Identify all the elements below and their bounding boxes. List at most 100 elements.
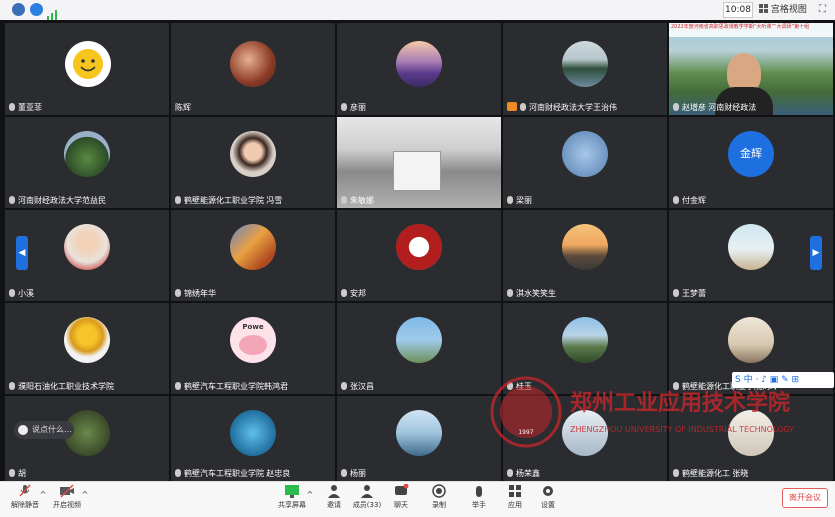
prev-page-arrow[interactable]: ◀ [16, 236, 28, 270]
invite-button[interactable]: 邀请 [322, 484, 346, 510]
avatar [728, 224, 774, 270]
pig-face [239, 335, 267, 355]
participant-tile[interactable]: 鹤壁汽车工程职业学院 赵忠良 [171, 396, 335, 481]
ime-label: S 中 [735, 375, 753, 385]
participant-tile[interactable]: 王梦蕾 [669, 210, 833, 301]
participant-tile[interactable]: 濮阳石油化工职业技术学院 [5, 303, 169, 394]
avatar-text: Powe [242, 323, 264, 331]
members-button[interactable]: 成员(33) [352, 484, 382, 510]
mic-options-chevron[interactable]: ^ [38, 490, 48, 499]
participant-name: 鹤壁能源化工职业学院 冯雪 [175, 195, 282, 206]
hand-icon [471, 484, 487, 498]
mic-icon [9, 289, 15, 297]
participant-tile[interactable]: 小溪 [5, 210, 169, 301]
avatar [230, 131, 276, 177]
mic-muted-icon [17, 484, 33, 498]
chat-input-pill[interactable]: 说点什么... [14, 421, 74, 439]
participant-tile[interactable]: 河南财经政法大学王治伟 [503, 23, 667, 115]
participant-tile[interactable]: 锦绣年华 [171, 210, 335, 301]
avatar [65, 41, 111, 87]
participant-tile[interactable]: 河南财经政法大学范益民 [5, 117, 169, 208]
participant-tile[interactable]: 鹤壁能源化工职业学院 冯雪 [171, 117, 335, 208]
participant-name: 安邦 [341, 288, 366, 299]
participant-name: 张汉昌 [341, 381, 374, 392]
avatar [728, 410, 774, 456]
info-icon[interactable] [12, 3, 25, 16]
participant-name: 小溪 [9, 288, 34, 299]
members-icon [359, 484, 375, 498]
participant-tile[interactable]: 淇水笑笑生 [503, 210, 667, 301]
meeting-toolbar: 解除静音 ^ 开启视频 ^ 共享屏幕 ^ 邀请 成员(33) 聊天 录制 举手 … [0, 481, 835, 517]
invite-icon [326, 484, 342, 498]
start-video-button[interactable]: 开启视频 [52, 484, 82, 510]
raise-hand-button[interactable]: 举手 [468, 484, 490, 510]
participant-name: 锦绣年华 [175, 288, 216, 299]
settings-button[interactable]: 设置 [537, 484, 559, 510]
grid-view-icon [759, 4, 768, 13]
avatar [728, 317, 774, 363]
mic-icon [341, 103, 347, 111]
avatar [396, 410, 442, 456]
mic-icon [175, 382, 181, 390]
mic-icon [507, 289, 513, 297]
mic-icon [673, 196, 679, 204]
avatar [64, 224, 110, 270]
participant-name: 杨丽 [341, 468, 366, 479]
top-status-bar: 10:08 宫格视图 ▾ ⛶ [0, 0, 835, 31]
participant-tile[interactable]: 桂玉 [503, 303, 667, 394]
mic-icon [520, 103, 526, 111]
mic-icon [507, 469, 513, 477]
signal-icon[interactable] [47, 5, 59, 20]
participant-tile[interactable]: 安邦 [337, 210, 501, 301]
leave-meeting-button[interactable]: 离开会议 [782, 488, 828, 508]
avatar [64, 317, 110, 363]
security-shield-icon[interactable] [30, 3, 43, 16]
participant-tile[interactable]: 梁丽 [503, 117, 667, 208]
grid-view-button[interactable]: 宫格视图 ▾ [759, 2, 814, 31]
participant-name: 河南财经政法大学范益民 [9, 195, 106, 206]
share-screen-button[interactable]: 共享屏幕 [277, 484, 307, 510]
ime-toolbar[interactable]: S 中 · ♪ ▣ ✎ ⊞ [732, 372, 834, 388]
avatar: Powe [230, 317, 276, 363]
participant-tile-video[interactable]: 2022年度河南省高职思政课教学学期“大听课”“大调研”第十组 赵增彦 河南财经… [669, 23, 833, 115]
participant-tile[interactable]: 杨荣鑫 [503, 396, 667, 481]
participant-name: 杨荣鑫 [507, 468, 540, 479]
avatar [396, 41, 442, 87]
record-icon [431, 484, 447, 498]
participant-name: 董亚菲 [9, 102, 42, 113]
participant-tile[interactable]: 金辉 付金辉 [669, 117, 833, 208]
chat-placeholder: 说点什么... [32, 425, 72, 434]
participant-tile[interactable]: 杨丽 [337, 396, 501, 481]
avatar [396, 224, 442, 270]
avatar [230, 224, 276, 270]
avatar [562, 131, 608, 177]
chat-icon [393, 483, 409, 498]
participant-name: 淇水笑笑生 [507, 288, 556, 299]
participant-tile[interactable]: 陈辉 [171, 23, 335, 115]
participant-name: 付金辉 [673, 195, 706, 206]
mic-icon [9, 382, 15, 390]
host-badge-icon [507, 102, 517, 111]
participant-name: 陈辉 [175, 103, 191, 112]
participant-name: 赵增彦 河南财经政法 [673, 102, 756, 113]
next-page-arrow[interactable]: ▶ [810, 236, 822, 270]
apps-button[interactable]: 应用 [504, 484, 526, 510]
avatar: 金辉 [728, 131, 774, 177]
participant-tile[interactable]: 张汉昌 [337, 303, 501, 394]
participant-tile-video[interactable]: 朱敏娜 [337, 117, 501, 208]
fullscreen-icon[interactable]: ⛶ [819, 2, 831, 18]
participant-tile[interactable]: 董亚菲 [5, 23, 169, 115]
participant-name: 梁丽 [507, 195, 532, 206]
participant-tile[interactable]: 鹤壁能源化工 张晓 [669, 396, 833, 481]
participant-name: 鹤壁能源化工 张晓 [673, 468, 748, 479]
video-grid: 董亚菲 陈辉 彦丽 河南财经政法大学王治伟 2022年度河南省高职思政课教学学期… [0, 20, 835, 481]
record-button[interactable]: 录制 [428, 484, 450, 510]
participant-tile[interactable]: 彦丽 [337, 23, 501, 115]
meeting-timer: 10:08 [723, 2, 753, 18]
video-options-chevron[interactable]: ^ [80, 490, 90, 499]
mic-icon [507, 382, 513, 390]
chat-button[interactable]: 聊天 [390, 483, 412, 510]
participant-tile[interactable]: Powe 鹤壁汽车工程职业学院韩鸿君 [171, 303, 335, 394]
share-options-chevron[interactable]: ^ [305, 490, 315, 499]
unmute-button[interactable]: 解除静音 [8, 484, 42, 510]
